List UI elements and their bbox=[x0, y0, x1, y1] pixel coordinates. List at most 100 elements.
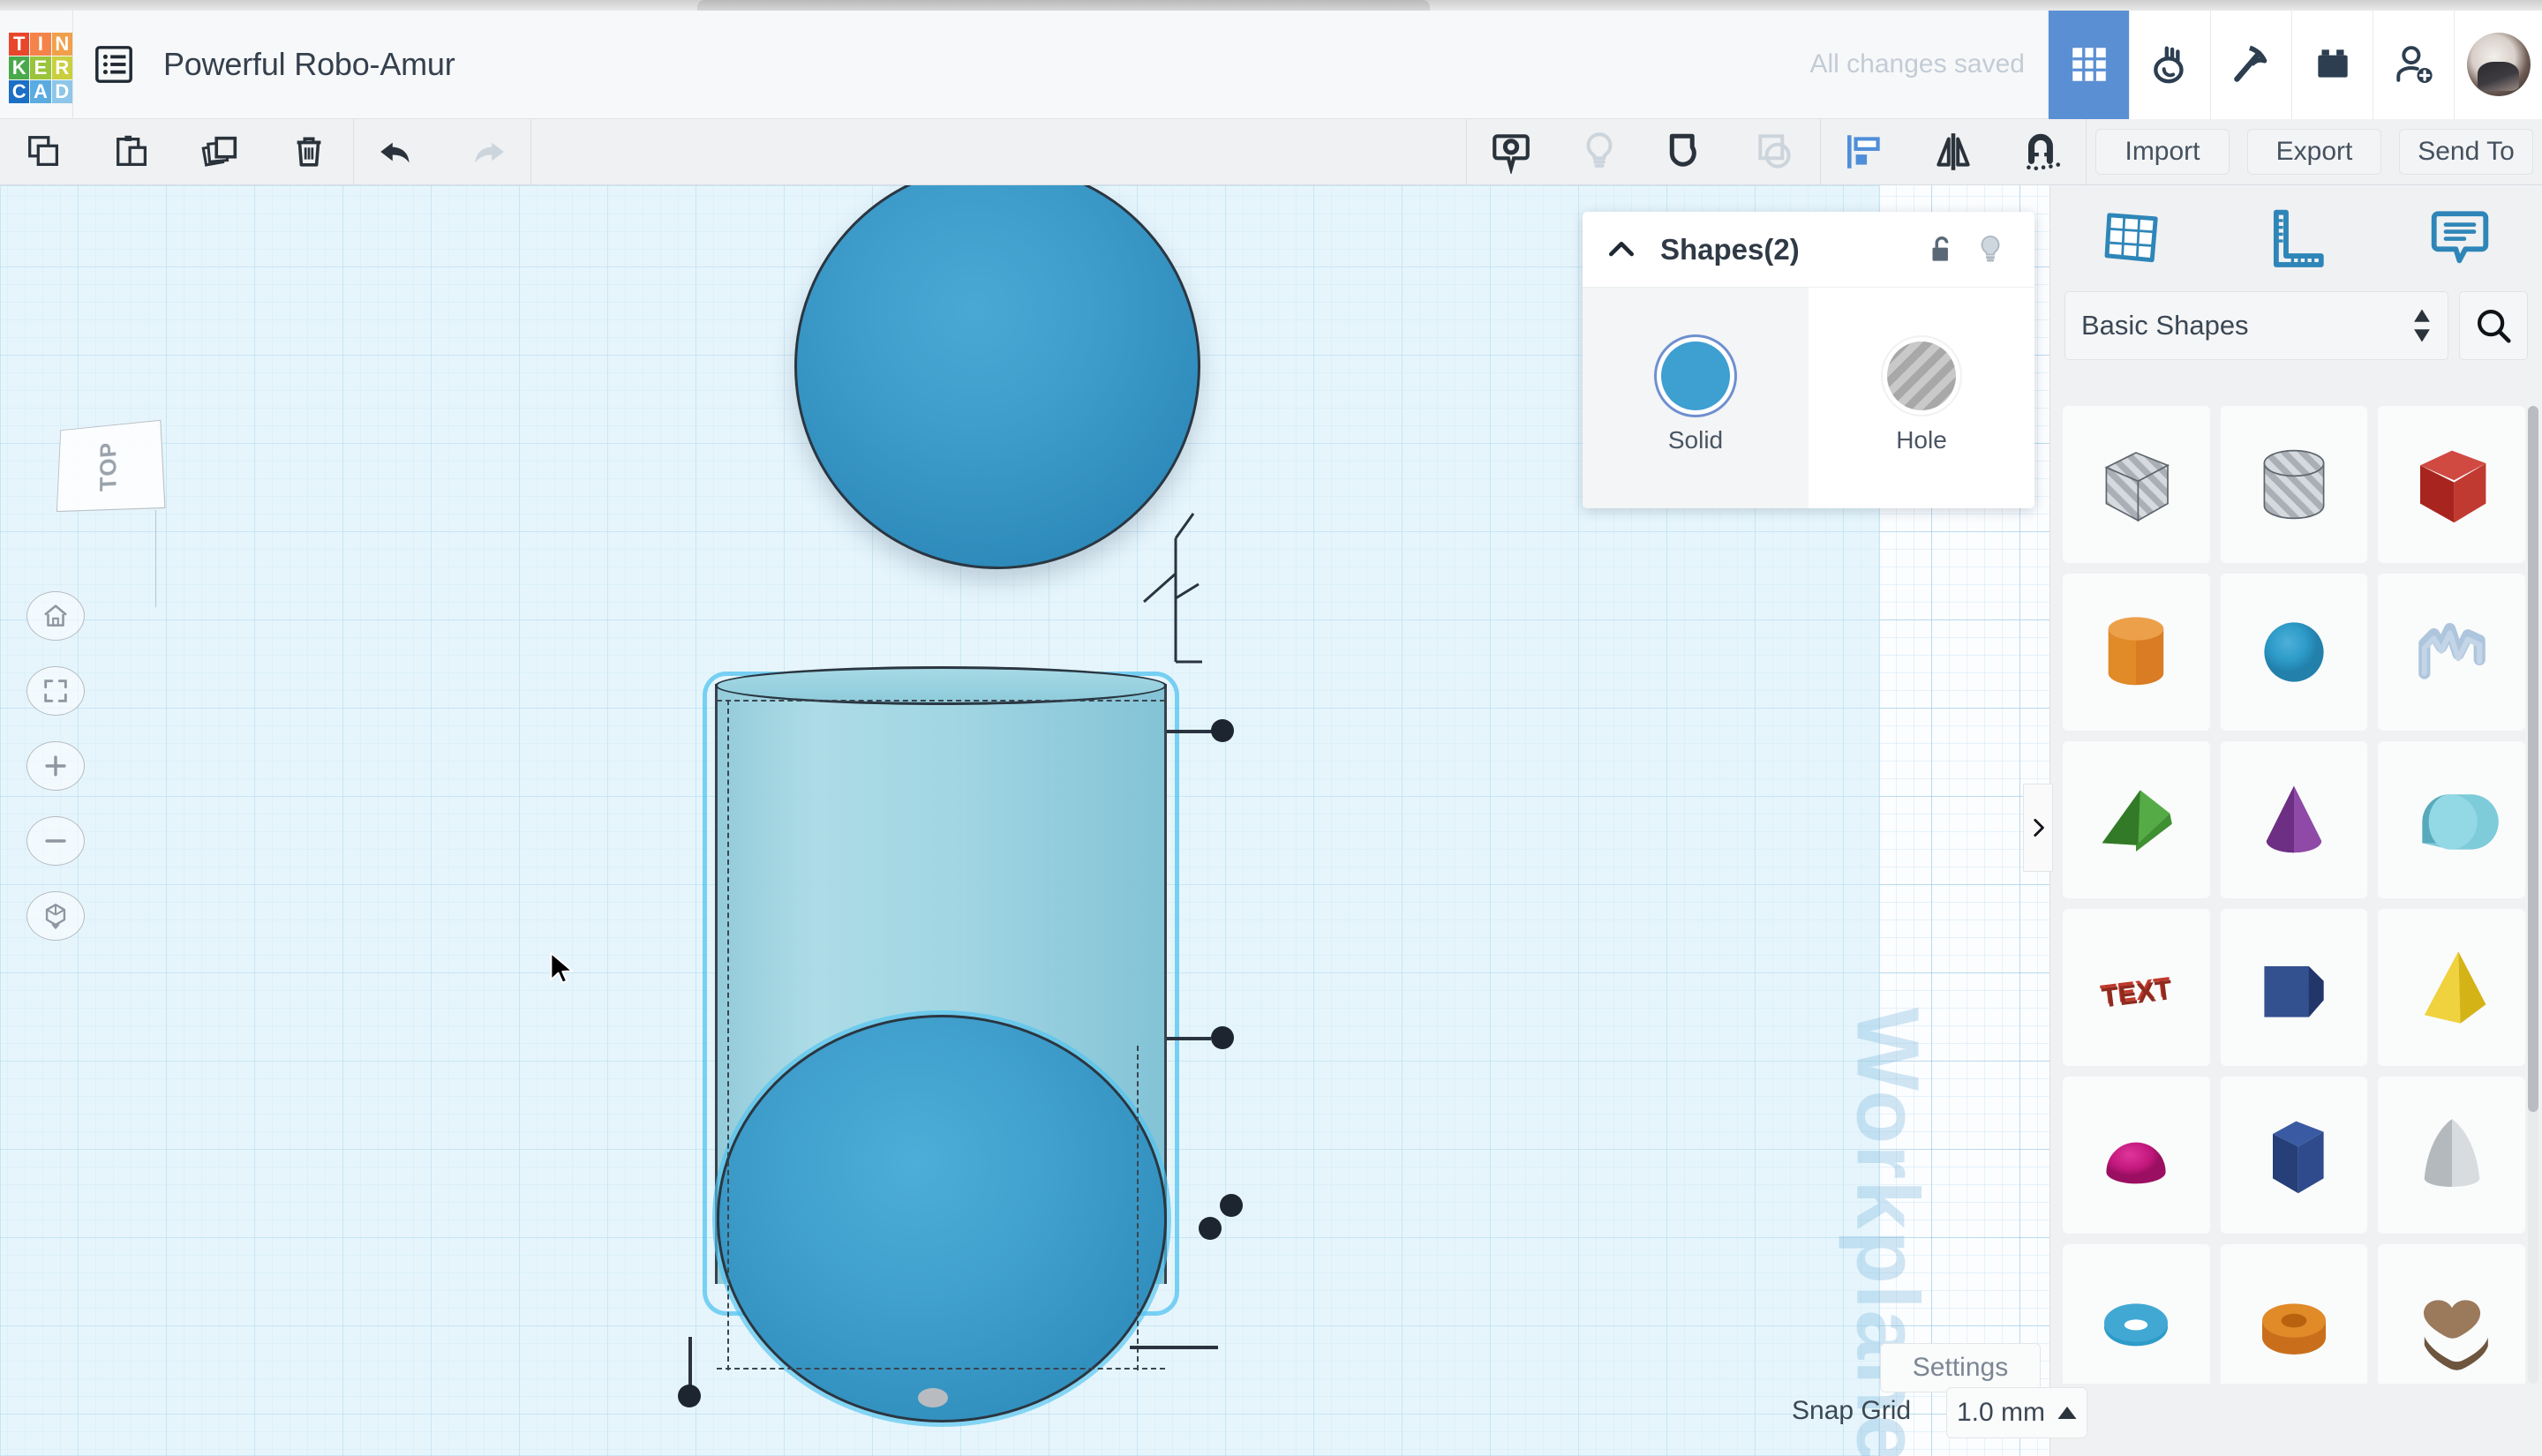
mirror-button[interactable] bbox=[1909, 119, 1997, 185]
rotate-handle-top-right[interactable] bbox=[1211, 719, 1234, 742]
shape-tile-text[interactable]: TEXT TEXT bbox=[2063, 909, 2210, 1066]
minus-icon bbox=[45, 839, 66, 843]
shape-tile-pyramid[interactable] bbox=[2378, 909, 2525, 1066]
paste-button[interactable] bbox=[88, 119, 177, 185]
shape-search-button[interactable] bbox=[2459, 291, 2528, 360]
snap-grid-value: 1.0 mm bbox=[1956, 1398, 2046, 1427]
snap-grid-dropdown[interactable]: 1.0 mm bbox=[1946, 1387, 2087, 1438]
lightbulb-icon bbox=[1586, 132, 1613, 168]
marker-button[interactable] bbox=[1467, 119, 1555, 185]
shape-tile-torus[interactable] bbox=[2063, 1244, 2210, 1384]
selection-dashed-left bbox=[727, 700, 729, 1370]
cube-icon bbox=[2419, 450, 2486, 523]
view-cube[interactable]: TOP bbox=[56, 419, 166, 513]
caret-down-icon bbox=[2414, 329, 2430, 342]
selection-dashed-bottom bbox=[717, 1368, 1165, 1370]
toggle-ortho-perspective-button[interactable] bbox=[26, 891, 85, 941]
canvas-object-sphere-selected[interactable] bbox=[717, 1015, 1167, 1422]
tab-workplane[interactable] bbox=[2050, 185, 2215, 291]
panel-collapse-handle[interactable] bbox=[2023, 784, 2053, 872]
tinkercad-logo[interactable]: T I N K E R C A D bbox=[9, 33, 72, 103]
header-action-codeblocks[interactable] bbox=[2210, 10, 2291, 119]
shape-tile-heart[interactable] bbox=[2378, 1244, 2525, 1384]
header-action-invite[interactable] bbox=[2373, 10, 2454, 119]
user-avatar-button[interactable] bbox=[2454, 10, 2542, 119]
mirror-icon bbox=[1937, 133, 1970, 170]
shapes-scrollbar-track[interactable] bbox=[2528, 406, 2538, 1384]
torus-icon bbox=[2104, 1303, 2169, 1347]
grid-icon bbox=[2072, 48, 2106, 81]
header-action-classroom[interactable] bbox=[2129, 10, 2210, 119]
shape-tile-box-hole[interactable] bbox=[2063, 406, 2210, 563]
ungroup-button[interactable] bbox=[1732, 119, 1820, 185]
project-menu-button[interactable] bbox=[73, 11, 154, 119]
shapes-scrollbar-thumb[interactable] bbox=[2528, 406, 2538, 1112]
shape-tile-sphere[interactable] bbox=[2220, 574, 2368, 731]
canvas-object-selection-group[interactable] bbox=[678, 513, 1243, 1422]
tube-icon bbox=[2261, 1303, 2326, 1355]
shape-tile-cylinder-hole[interactable] bbox=[2220, 406, 2368, 563]
fit-to-view-button[interactable] bbox=[26, 666, 85, 716]
settings-button[interactable]: Settings bbox=[1880, 1343, 2041, 1392]
polygon-icon bbox=[2264, 966, 2324, 1017]
tab-notes[interactable] bbox=[2378, 185, 2542, 291]
scale-handle-bottom-right[interactable] bbox=[1220, 1194, 1243, 1217]
snap-magnet-button[interactable] bbox=[1997, 119, 2086, 185]
shapes-panel-collapse-button[interactable] bbox=[1602, 232, 1641, 267]
copy-button[interactable] bbox=[0, 119, 88, 185]
zoom-out-button[interactable] bbox=[26, 816, 85, 866]
shape-tile-polygon[interactable] bbox=[2220, 909, 2368, 1066]
view-cube-stem bbox=[155, 510, 156, 607]
shape-tile-cone[interactable] bbox=[2220, 741, 2368, 898]
logo-letter: E bbox=[30, 56, 51, 79]
shape-tile-paraboloid[interactable] bbox=[2378, 1077, 2525, 1234]
view-cube-label: TOP bbox=[94, 440, 122, 492]
logo-letter: N bbox=[51, 33, 72, 56]
header-action-designs-grid[interactable] bbox=[2048, 10, 2129, 119]
save-status: All changes saved bbox=[1809, 49, 2026, 79]
shape-tile-scribble[interactable] bbox=[2378, 574, 2525, 731]
rotation-arms bbox=[1143, 513, 1202, 664]
shape-tile-box[interactable] bbox=[2378, 406, 2525, 563]
shape-tile-half-sphere[interactable] bbox=[2063, 1077, 2210, 1234]
chevron-right-icon bbox=[2034, 818, 2044, 837]
shape-category-select[interactable]: Basic Shapes bbox=[2064, 291, 2448, 360]
lightbulb-icon bbox=[1981, 235, 2000, 262]
shape-tile-cylinder[interactable] bbox=[2063, 574, 2210, 731]
duplicate-button[interactable] bbox=[177, 119, 265, 185]
shape-tile-roof[interactable] bbox=[2378, 741, 2525, 898]
hide-shape-button[interactable] bbox=[1555, 119, 1643, 185]
shapes-panel-lock-button[interactable] bbox=[1916, 225, 1966, 274]
undo-button[interactable] bbox=[354, 119, 442, 185]
shape-tile-tube[interactable] bbox=[2220, 1244, 2368, 1384]
hole-option[interactable]: Hole bbox=[1809, 288, 2034, 508]
shapes-panel-bulb-button[interactable] bbox=[1966, 225, 2015, 274]
scale-handle-right[interactable] bbox=[1211, 1026, 1234, 1049]
browser-chrome-strip bbox=[0, 0, 2542, 11]
header-action-blocks[interactable] bbox=[2291, 10, 2373, 119]
add-user-icon bbox=[2395, 46, 2433, 84]
redo-button[interactable] bbox=[442, 119, 530, 185]
align-button[interactable] bbox=[1821, 119, 1909, 185]
home-view-button[interactable] bbox=[26, 591, 85, 641]
sendto-button[interactable]: Send To bbox=[2399, 129, 2533, 175]
trash-icon bbox=[297, 137, 321, 167]
zoom-in-button[interactable] bbox=[26, 741, 85, 791]
caret-up-icon bbox=[2414, 309, 2430, 322]
scale-handle-bottom-right-inner[interactable] bbox=[1199, 1217, 1222, 1240]
import-button[interactable]: Import bbox=[2095, 129, 2230, 175]
shape-tile-hex-prism[interactable] bbox=[2220, 1077, 2368, 1234]
solid-option[interactable]: Solid bbox=[1583, 288, 1809, 508]
logo-letter: R bbox=[51, 56, 72, 79]
handle-stem bbox=[1130, 1346, 1218, 1349]
group-button[interactable] bbox=[1643, 119, 1732, 185]
shapes-panel-body: Solid Hole bbox=[1583, 288, 2034, 508]
toolbar-separator bbox=[2086, 118, 2087, 185]
delete-button[interactable] bbox=[265, 119, 353, 185]
tab-ruler[interactable] bbox=[2215, 185, 2379, 291]
shape-tile-wedge[interactable] bbox=[2063, 741, 2210, 898]
scale-handle-bottom-left[interactable] bbox=[678, 1385, 701, 1407]
logo-letter: C bbox=[9, 80, 30, 103]
browser-tab[interactable] bbox=[697, 0, 1430, 11]
export-button[interactable]: Export bbox=[2247, 129, 2381, 175]
